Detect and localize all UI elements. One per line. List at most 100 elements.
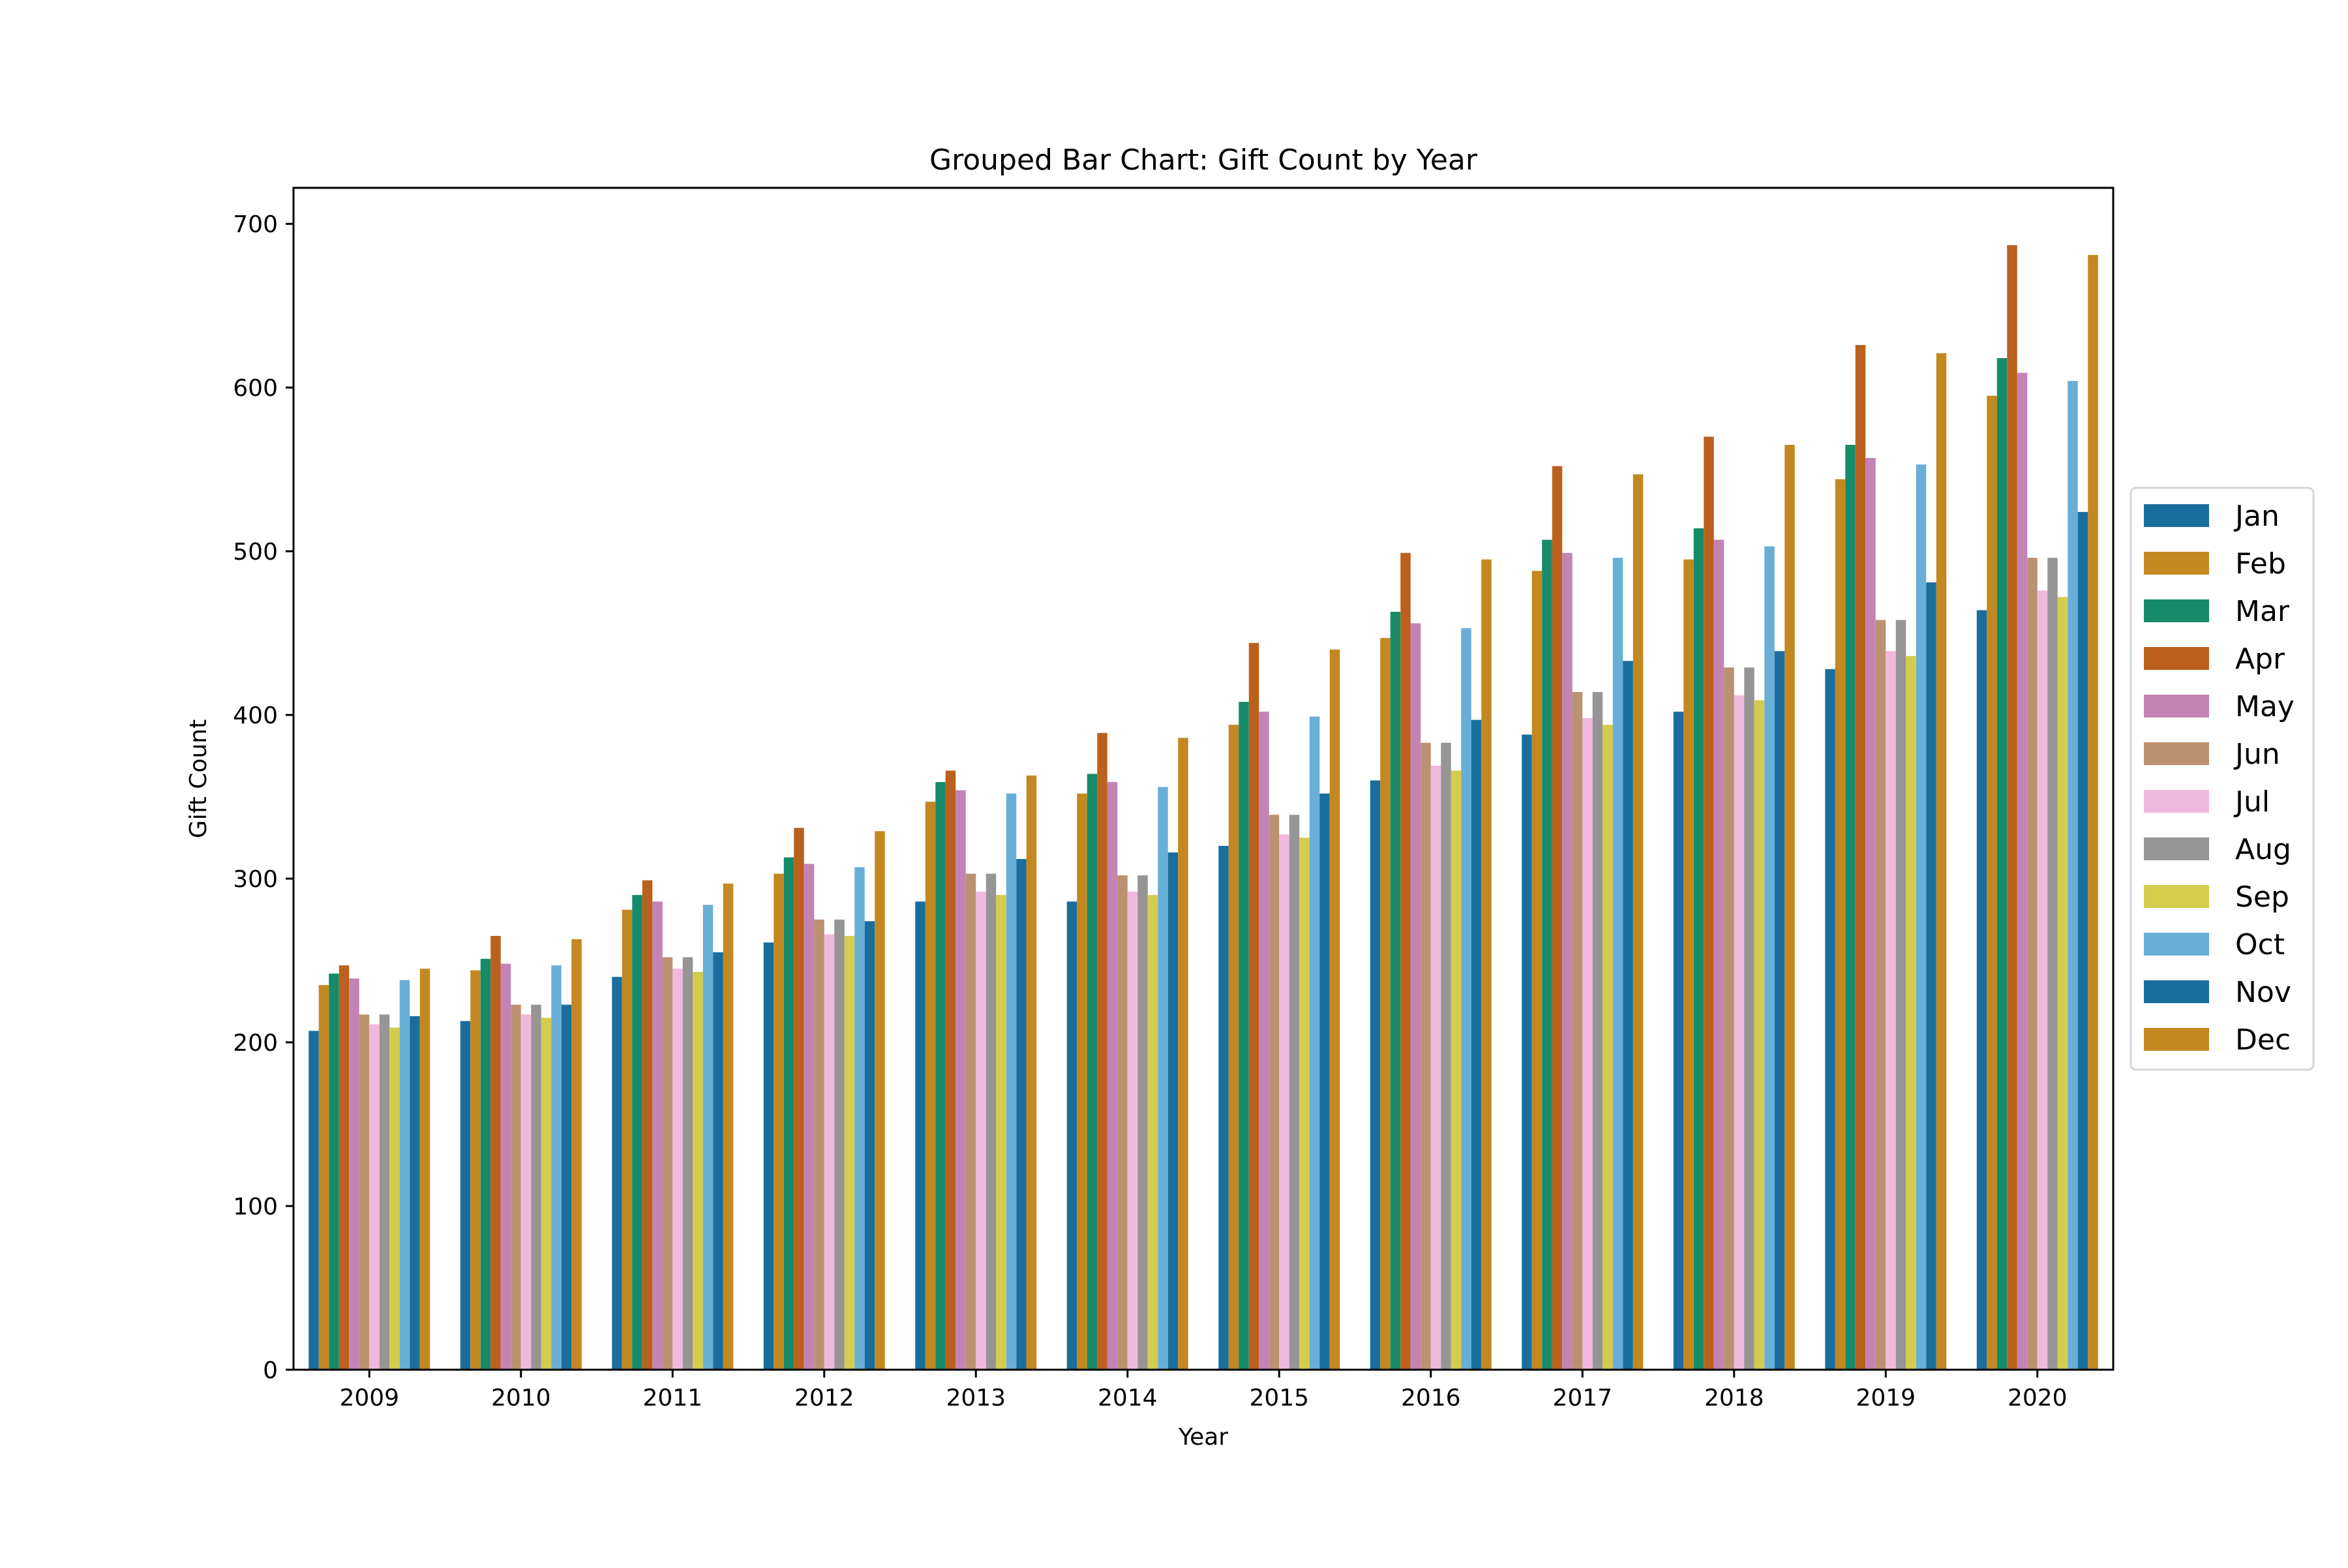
legend-swatch-jul (2144, 790, 2209, 813)
bar-2010-jun (511, 1004, 521, 1370)
bar-2016-jan (1370, 780, 1381, 1370)
bar-2011-feb (622, 909, 633, 1370)
bar-2013-oct (1006, 793, 1017, 1370)
legend-swatch-nov (2144, 980, 2209, 1003)
bar-2011-dec (723, 883, 734, 1370)
bar-2017-jan (1522, 734, 1532, 1370)
bar-2010-jul (520, 1014, 532, 1370)
bar-2009-may (349, 978, 359, 1370)
bar-2017-sep (1603, 725, 1613, 1370)
y-axis-label: Gift Count (185, 719, 212, 838)
bar-2012-jan (763, 942, 774, 1370)
bar-2012-nov (864, 921, 875, 1370)
bar-2010-feb (470, 970, 481, 1370)
bar-2009-jan (309, 1031, 319, 1370)
bar-2012-aug (834, 919, 845, 1370)
bar-2011-jun (662, 957, 673, 1370)
bar-2014-aug (1137, 875, 1148, 1370)
bar-2012-dec (875, 831, 885, 1370)
bar-2015-mar (1239, 702, 1249, 1370)
bar-2010-oct (551, 965, 562, 1370)
bar-2012-oct (854, 867, 865, 1370)
bar-2020-nov (2077, 511, 2088, 1370)
bar-2018-aug (1744, 667, 1754, 1370)
bar-2017-jun (1572, 691, 1583, 1370)
bar-2017-jul (1582, 718, 1593, 1370)
bar-2013-nov (1016, 858, 1027, 1370)
bar-2009-aug (379, 1014, 390, 1370)
bar-2018-jun (1724, 667, 1734, 1370)
bar-2012-jul (824, 934, 835, 1370)
legend-label-dec: Dec (2235, 1023, 2291, 1057)
bar-2017-aug (1592, 691, 1603, 1370)
bar-2012-apr (794, 828, 804, 1370)
bar-2015-jul (1279, 834, 1289, 1370)
bar-2010-apr (490, 935, 501, 1370)
bar-2020-oct (2068, 381, 2078, 1370)
bar-2014-mar (1087, 774, 1098, 1370)
bar-2020-apr (2007, 245, 2017, 1370)
y-tick-label: 0 (263, 1357, 278, 1384)
legend-swatch-jun (2144, 742, 2209, 765)
bar-2010-may (500, 963, 511, 1370)
x-tick-label: 2012 (794, 1385, 854, 1411)
legend-swatch-mar (2144, 599, 2209, 622)
bar-2018-feb (1683, 559, 1694, 1370)
y-tick-label: 500 (233, 539, 278, 565)
bar-2013-jun (965, 873, 976, 1370)
x-tick-label: 2013 (946, 1385, 1006, 1411)
bar-2016-mar (1390, 612, 1401, 1370)
bar-2013-dec (1026, 775, 1037, 1370)
bar-2012-sep (844, 935, 855, 1370)
bar-2014-sep (1147, 895, 1158, 1370)
bar-2016-feb (1380, 638, 1391, 1370)
bar-2010-sep (541, 1018, 552, 1370)
bar-2016-aug (1441, 742, 1451, 1370)
y-tick-label: 600 (233, 375, 278, 402)
bar-2018-mar (1693, 528, 1704, 1370)
bar-2016-oct (1461, 628, 1471, 1370)
bar-2012-jun (814, 919, 824, 1370)
bar-2011-sep (693, 972, 703, 1370)
legend-swatch-apr (2144, 647, 2209, 670)
bar-2018-sep (1754, 700, 1765, 1370)
bar-2014-nov (1167, 852, 1179, 1370)
legend-swatch-may (2144, 695, 2209, 717)
bar-2019-jun (1875, 620, 1886, 1370)
bar-2020-feb (1987, 395, 1997, 1370)
x-tick-label: 2018 (1704, 1385, 1764, 1411)
x-tick-label: 2019 (1856, 1385, 1916, 1411)
bar-2013-sep (996, 895, 1006, 1370)
bar-2012-feb (774, 873, 784, 1370)
x-axis-label: Year (1178, 1424, 1228, 1451)
bar-2011-mar (632, 895, 642, 1370)
bar-2015-apr (1248, 642, 1259, 1370)
bar-2012-may (804, 864, 815, 1370)
bar-2011-apr (642, 880, 653, 1370)
legend-label-jun: Jun (2233, 738, 2280, 771)
bars-layer (309, 245, 2098, 1370)
x-tick-label: 2016 (1401, 1385, 1461, 1411)
bar-2020-aug (2047, 558, 2058, 1370)
legend-label-nov: Nov (2235, 976, 2291, 1009)
bar-2017-apr (1552, 466, 1563, 1370)
legend: Jan Feb Mar Apr May Jun Jul Aug Sep Oct Nov Dec (2130, 487, 2315, 1071)
bar-2014-jan (1066, 901, 1077, 1370)
x-tick-label: 2014 (1098, 1385, 1158, 1411)
bar-2015-jan (1218, 845, 1229, 1370)
bar-2017-may (1562, 552, 1573, 1370)
legend-label-oct: Oct (2235, 928, 2285, 961)
bar-2018-jul (1734, 695, 1745, 1370)
bar-2018-oct (1764, 546, 1775, 1370)
bar-2010-aug (531, 1004, 541, 1370)
y-tick-label: 300 (233, 866, 278, 893)
y-tick-label: 400 (233, 702, 278, 729)
bar-2017-dec (1633, 474, 1644, 1370)
bar-2019-nov (1926, 582, 1936, 1370)
bar-2011-jul (672, 969, 683, 1370)
bar-2013-mar (935, 782, 946, 1370)
bar-2015-may (1259, 712, 1269, 1370)
bar-2011-aug (682, 957, 693, 1370)
bar-2016-jun (1421, 742, 1431, 1370)
bar-2019-jul (1886, 651, 1896, 1370)
